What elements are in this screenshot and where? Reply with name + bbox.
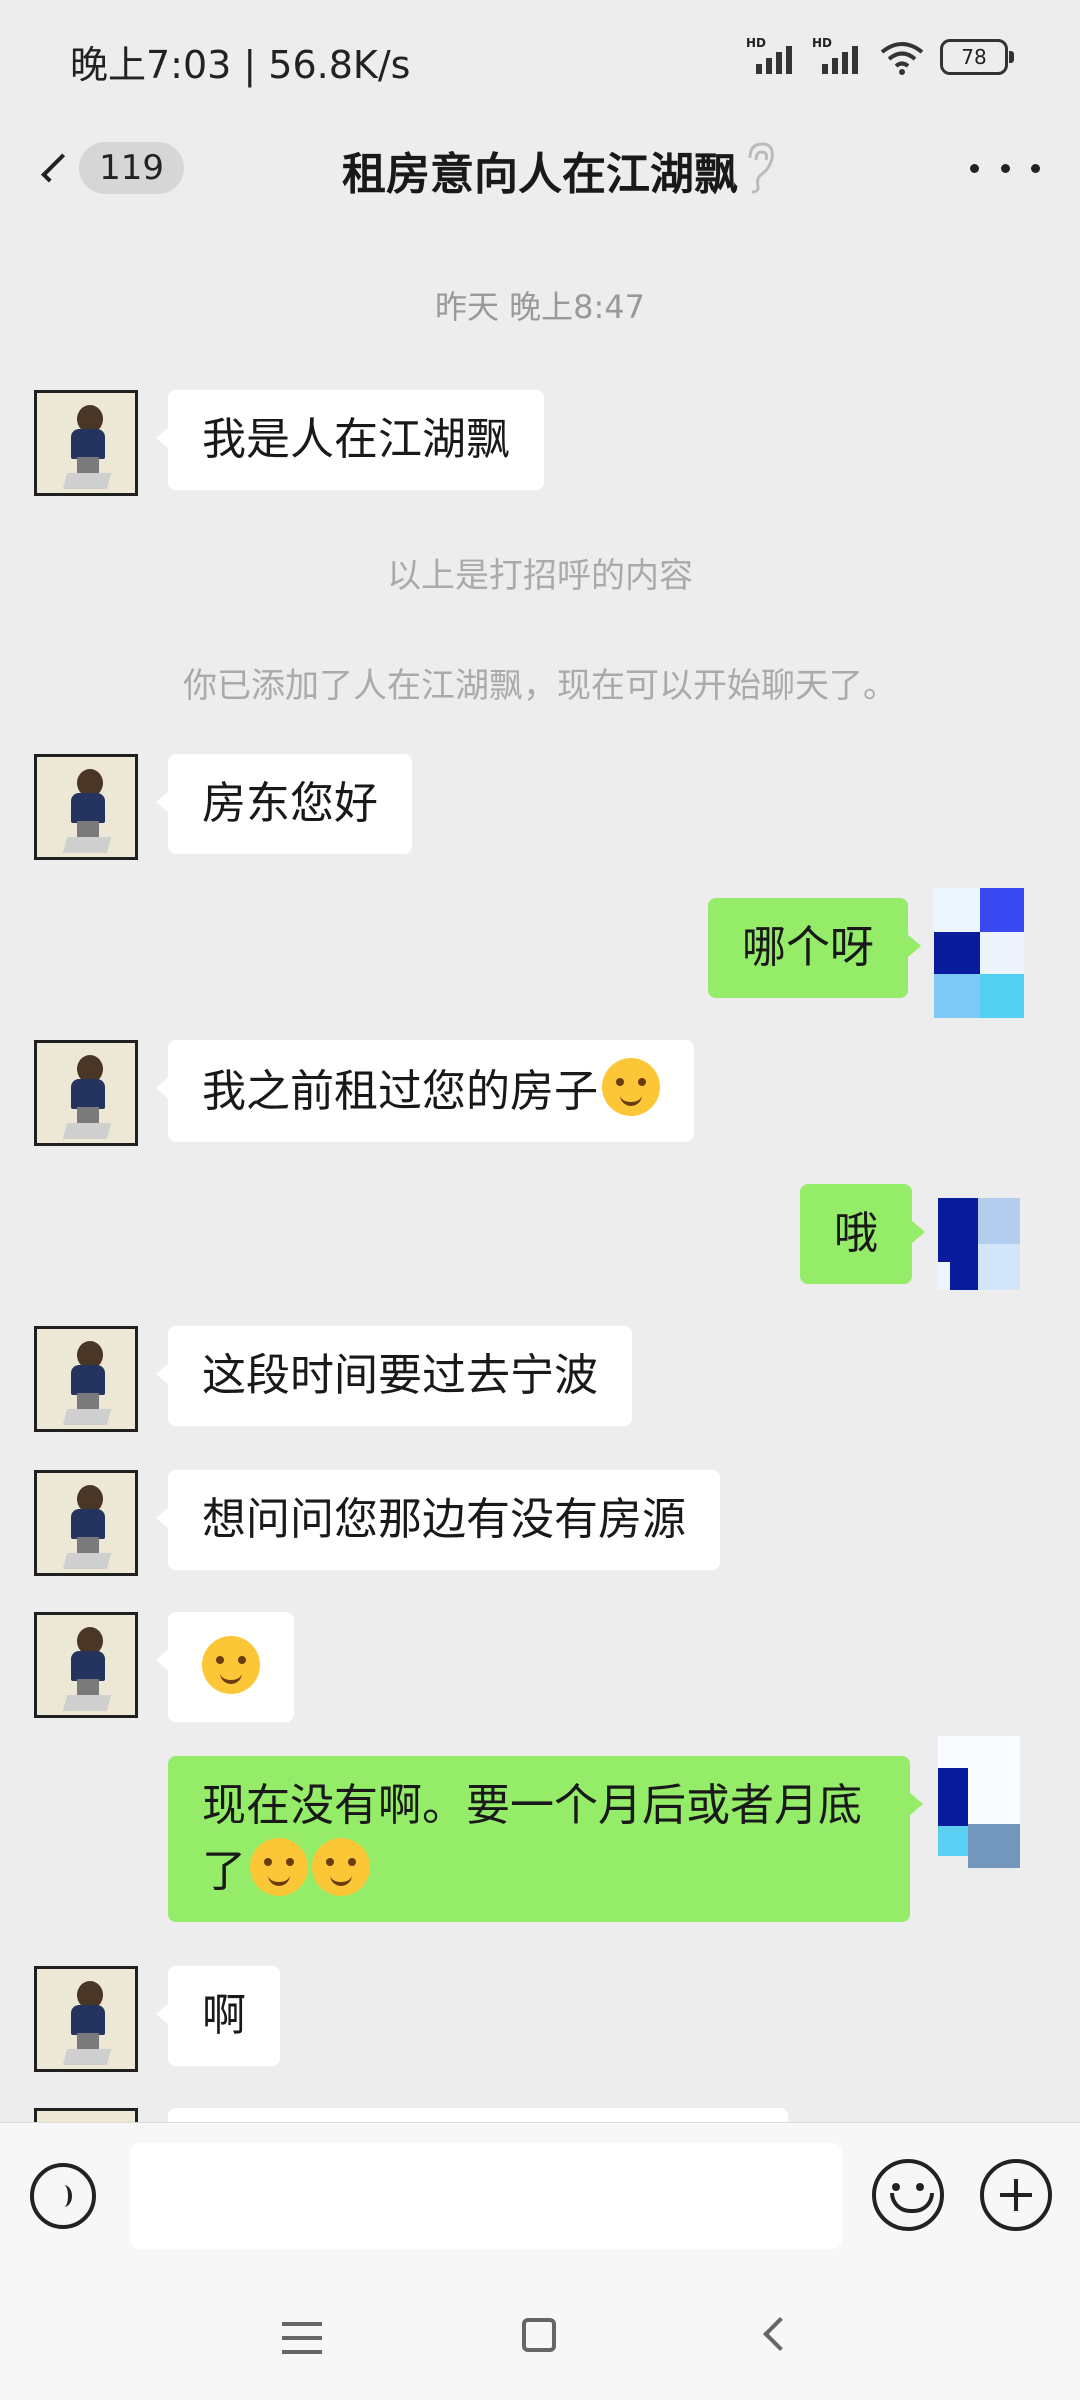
status-time: 晚上7:03 | 56.8K/s xyxy=(70,43,411,87)
status-icons: HD HD 78 xyxy=(746,36,1014,78)
contact-avatar[interactable] xyxy=(34,1966,138,2072)
system-note: 以上是打招呼的内容 xyxy=(387,556,693,596)
giggle-emoji-icon xyxy=(312,1838,370,1896)
signal-icon: HD xyxy=(746,36,798,78)
message-bubble-incoming[interactable]: 这段时间要过去宁波 xyxy=(156,1326,632,1426)
earpiece-mode-icon xyxy=(748,142,774,194)
more-options-button[interactable] xyxy=(970,148,1040,188)
smirk-emoji-icon xyxy=(250,1838,308,1896)
battery-icon: 78 xyxy=(940,39,1014,75)
my-avatar[interactable] xyxy=(938,1736,1028,1868)
chat-title[interactable]: 租房意向人在江湖飘 xyxy=(0,138,1080,202)
message-text: 我之前租过您的房子 xyxy=(202,1066,598,1117)
message-timestamp: 昨天 晚上8:47 xyxy=(434,288,646,326)
message-bubble-incoming[interactable]: 我是人在江湖飘 xyxy=(156,390,544,490)
message-bubble-outgoing[interactable]: 哦 xyxy=(800,1184,925,1284)
message-bubble-incoming[interactable]: 房东您好 xyxy=(156,754,412,854)
contact-avatar[interactable] xyxy=(34,1326,138,1432)
message-bubble-incoming[interactable] xyxy=(156,1612,294,1722)
message-bubble-outgoing[interactable]: 哪个呀 xyxy=(708,898,921,998)
contact-avatar[interactable] xyxy=(34,1040,138,1146)
nav-back-icon[interactable] xyxy=(763,2317,797,2351)
chat-header: 119 租房意向人在江湖飘 xyxy=(0,118,1080,218)
voice-input-icon[interactable] xyxy=(30,2163,96,2229)
status-bar: 晚上7:03 | 56.8K/s HD HD 78 xyxy=(0,0,1080,118)
wifi-icon xyxy=(880,42,924,75)
system-note: 你已添加了人在江湖飘，现在可以开始聊天了。 xyxy=(183,666,897,706)
chat-input-bar xyxy=(0,2122,1080,2275)
contact-avatar[interactable] xyxy=(34,1612,138,1718)
signal-icon-2: HD xyxy=(812,36,864,78)
my-avatar[interactable] xyxy=(934,888,1024,1018)
message-bubble-incoming[interactable]: 我之前租过您的房子 xyxy=(156,1040,694,1142)
contact-avatar[interactable] xyxy=(34,754,138,860)
thinking-emoji-icon xyxy=(202,1636,260,1694)
more-actions-icon[interactable] xyxy=(980,2159,1052,2231)
system-navigation-bar xyxy=(0,2274,1080,2400)
crying-laughing-emoji-icon xyxy=(602,1058,660,1116)
recent-apps-icon[interactable] xyxy=(282,2322,322,2354)
home-icon[interactable] xyxy=(522,2318,556,2352)
contact-avatar[interactable] xyxy=(34,1470,138,1576)
message-bubble-incoming[interactable]: 想问问您那边有没有房源 xyxy=(156,1470,720,1570)
message-bubble-outgoing[interactable]: 现在没有啊。要一个月后或者月底了 xyxy=(168,1756,923,1922)
message-input[interactable] xyxy=(130,2143,842,2249)
message-bubble-incoming[interactable]: 啊 xyxy=(156,1966,280,2066)
contact-avatar[interactable] xyxy=(34,390,138,496)
my-avatar[interactable] xyxy=(938,1198,1028,1328)
emoji-picker-icon[interactable] xyxy=(872,2159,944,2231)
